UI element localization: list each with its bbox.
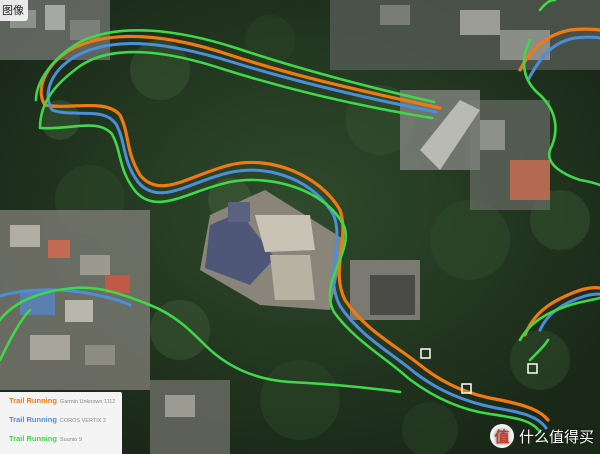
watermark-logo-icon: 值: [489, 424, 514, 448]
legend-row-suunto: Trail Running Suunto 9: [9, 434, 122, 453]
satellite-map[interactable]: [0, 0, 600, 454]
legend-activity-garmin: Trail Running: [9, 396, 57, 405]
legend-device-coros: COROS VERTIX 2: [59, 418, 106, 424]
legend-activity-coros: Trail Running: [9, 415, 57, 424]
legend-activity-suunto: Trail Running: [9, 434, 57, 443]
watermark-text: 什么值得买: [518, 427, 594, 446]
tab-label-image: 图像: [0, 0, 28, 21]
legend-device-garmin: Garmin Unknown 1112: [59, 399, 116, 405]
legend-row-coros: Trail Running COROS VERTIX 2: [9, 415, 122, 434]
legend-row-garmin: Trail Running Garmin Unknown 1112: [9, 396, 122, 415]
site-watermark: 值 什么值得买: [489, 424, 594, 448]
route-legend: Trail Running Garmin Unknown 1112 Trail …: [0, 392, 122, 454]
legend-device-suunto: Suunto 9: [59, 437, 82, 443]
